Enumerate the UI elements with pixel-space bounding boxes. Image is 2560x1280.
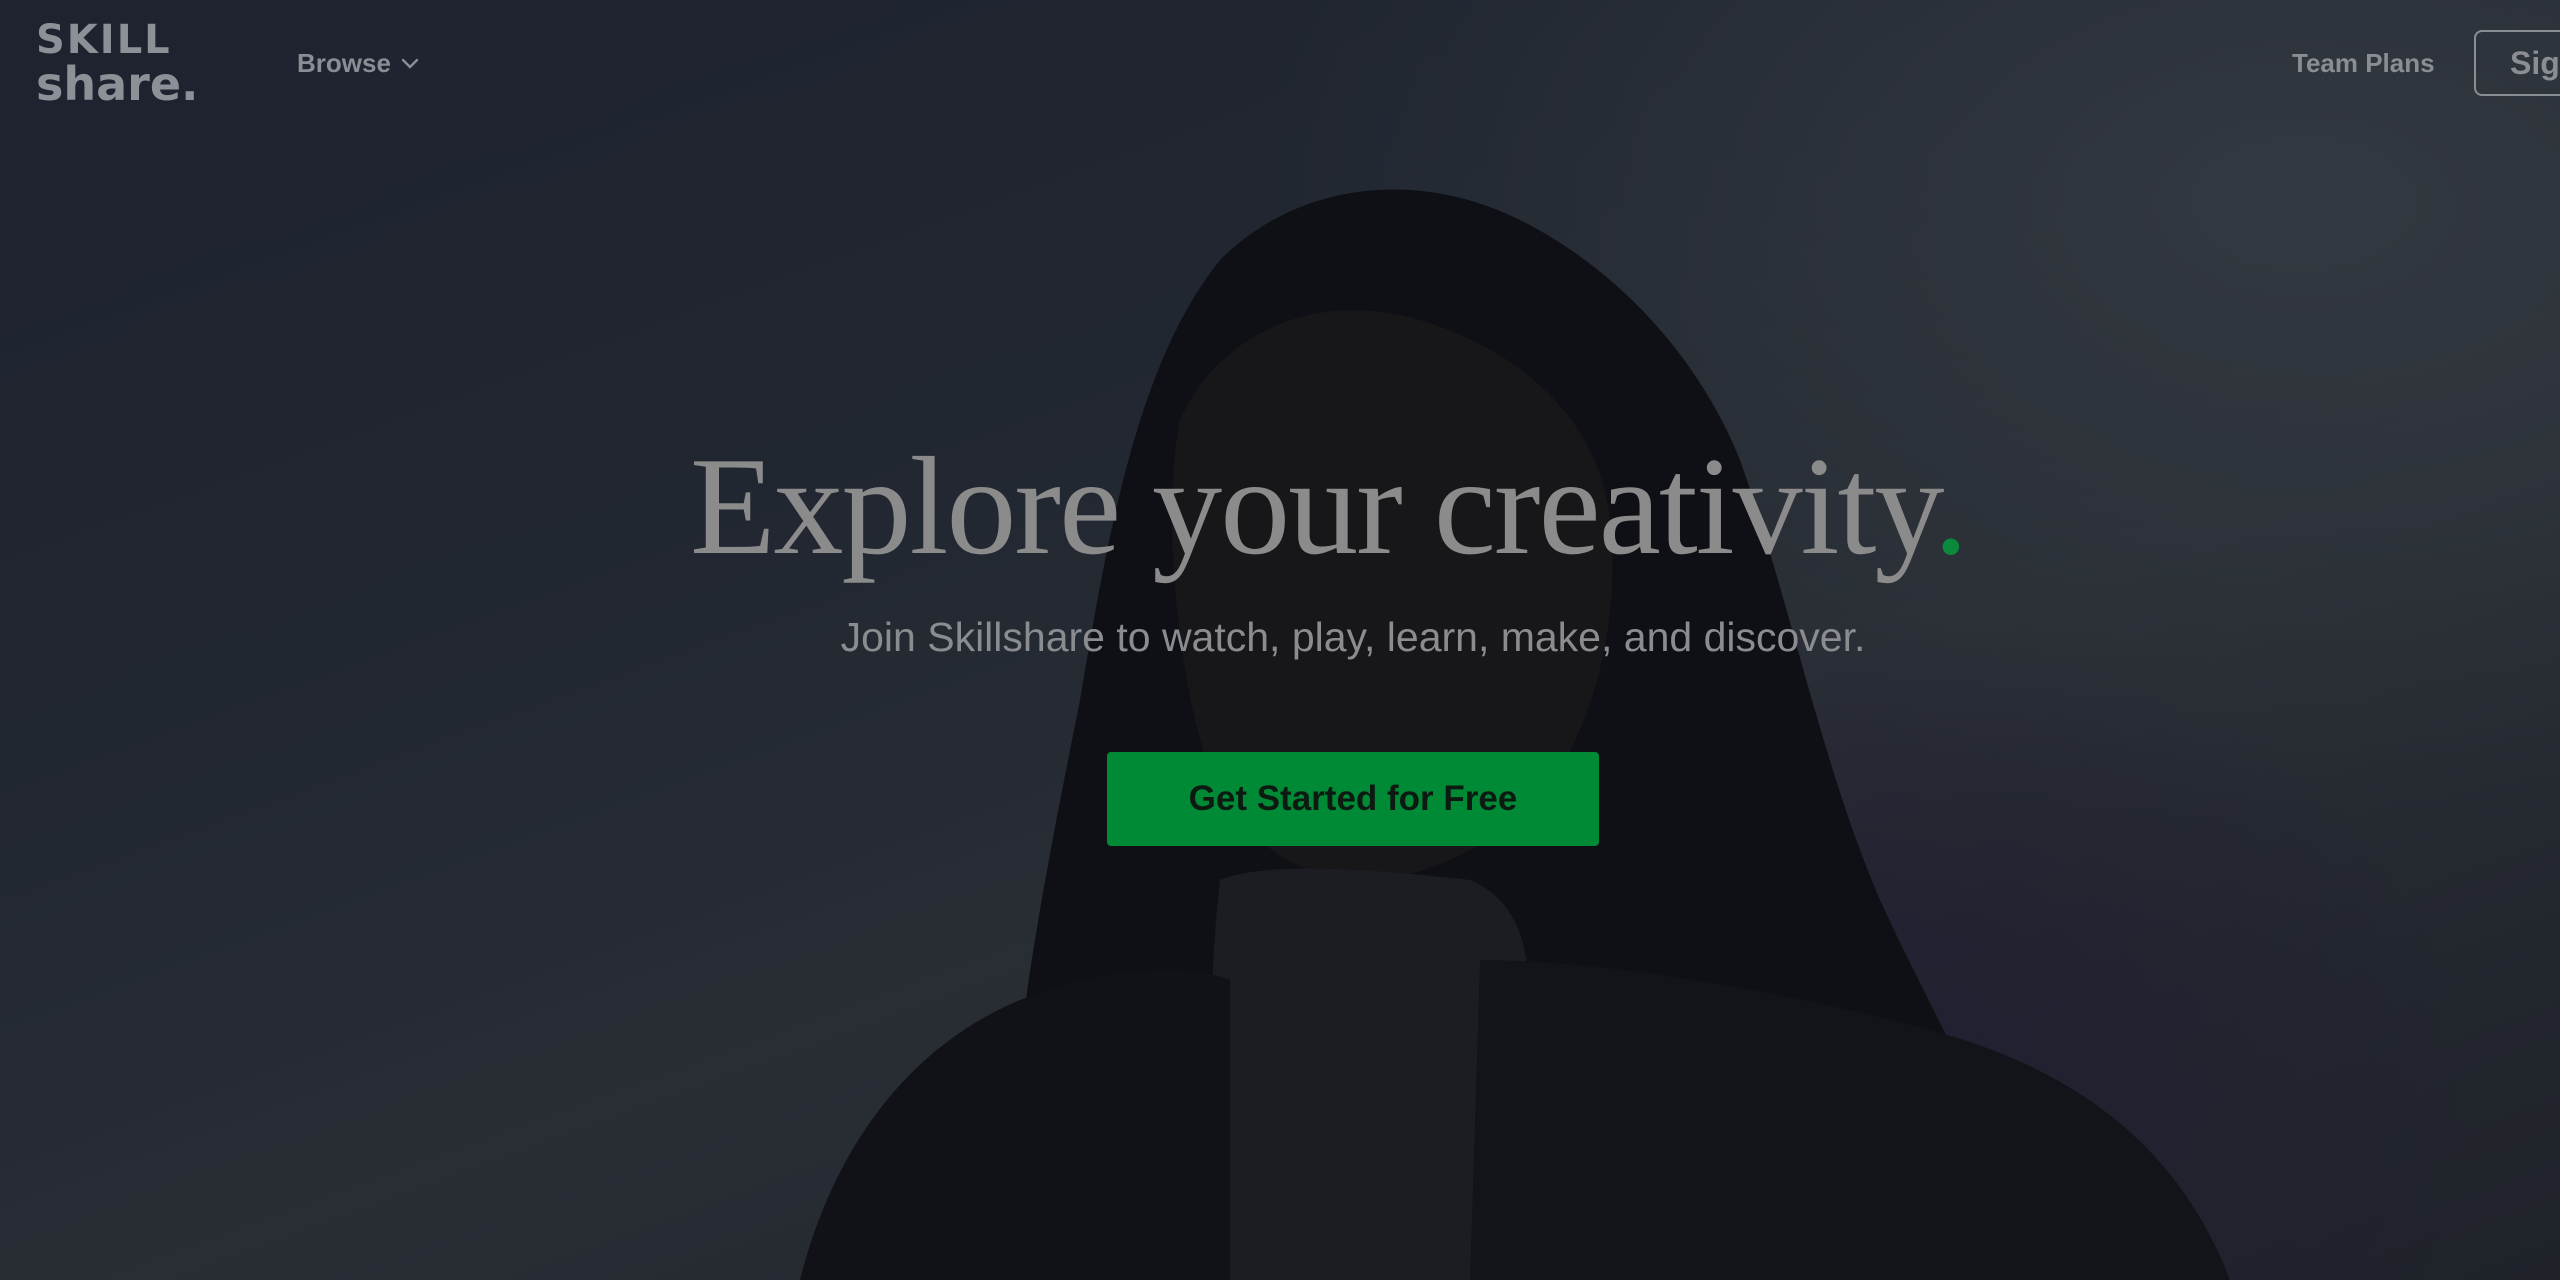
logo-text-bottom: share. (36, 57, 199, 111)
sign-in-button[interactable]: Sign In (2474, 30, 2560, 96)
browse-label: Browse (297, 48, 391, 78)
chevron-down-icon (401, 58, 419, 69)
logo-text-top: SKILL (36, 17, 172, 63)
get-started-button[interactable]: Get Started for Free (1107, 752, 1599, 846)
team-plans-link[interactable]: Team Plans (2292, 48, 2435, 79)
site-header: SKILL share. Browse Team Plans Sign In (0, 0, 2560, 132)
browse-menu-button[interactable]: Browse (297, 48, 419, 79)
hero-title-text: Explore your creativity (690, 429, 1935, 584)
hero-subtitle: Join Skillshare to watch, play, learn, m… (840, 614, 1866, 660)
landing-page: SKILL share. Browse Team Plans Sign In E… (0, 0, 2560, 1280)
hero-title: Explore your creativity. (690, 432, 2030, 582)
skillshare-logo[interactable]: SKILL share. (36, 18, 226, 118)
hero-title-dot: . (1933, 429, 1968, 584)
